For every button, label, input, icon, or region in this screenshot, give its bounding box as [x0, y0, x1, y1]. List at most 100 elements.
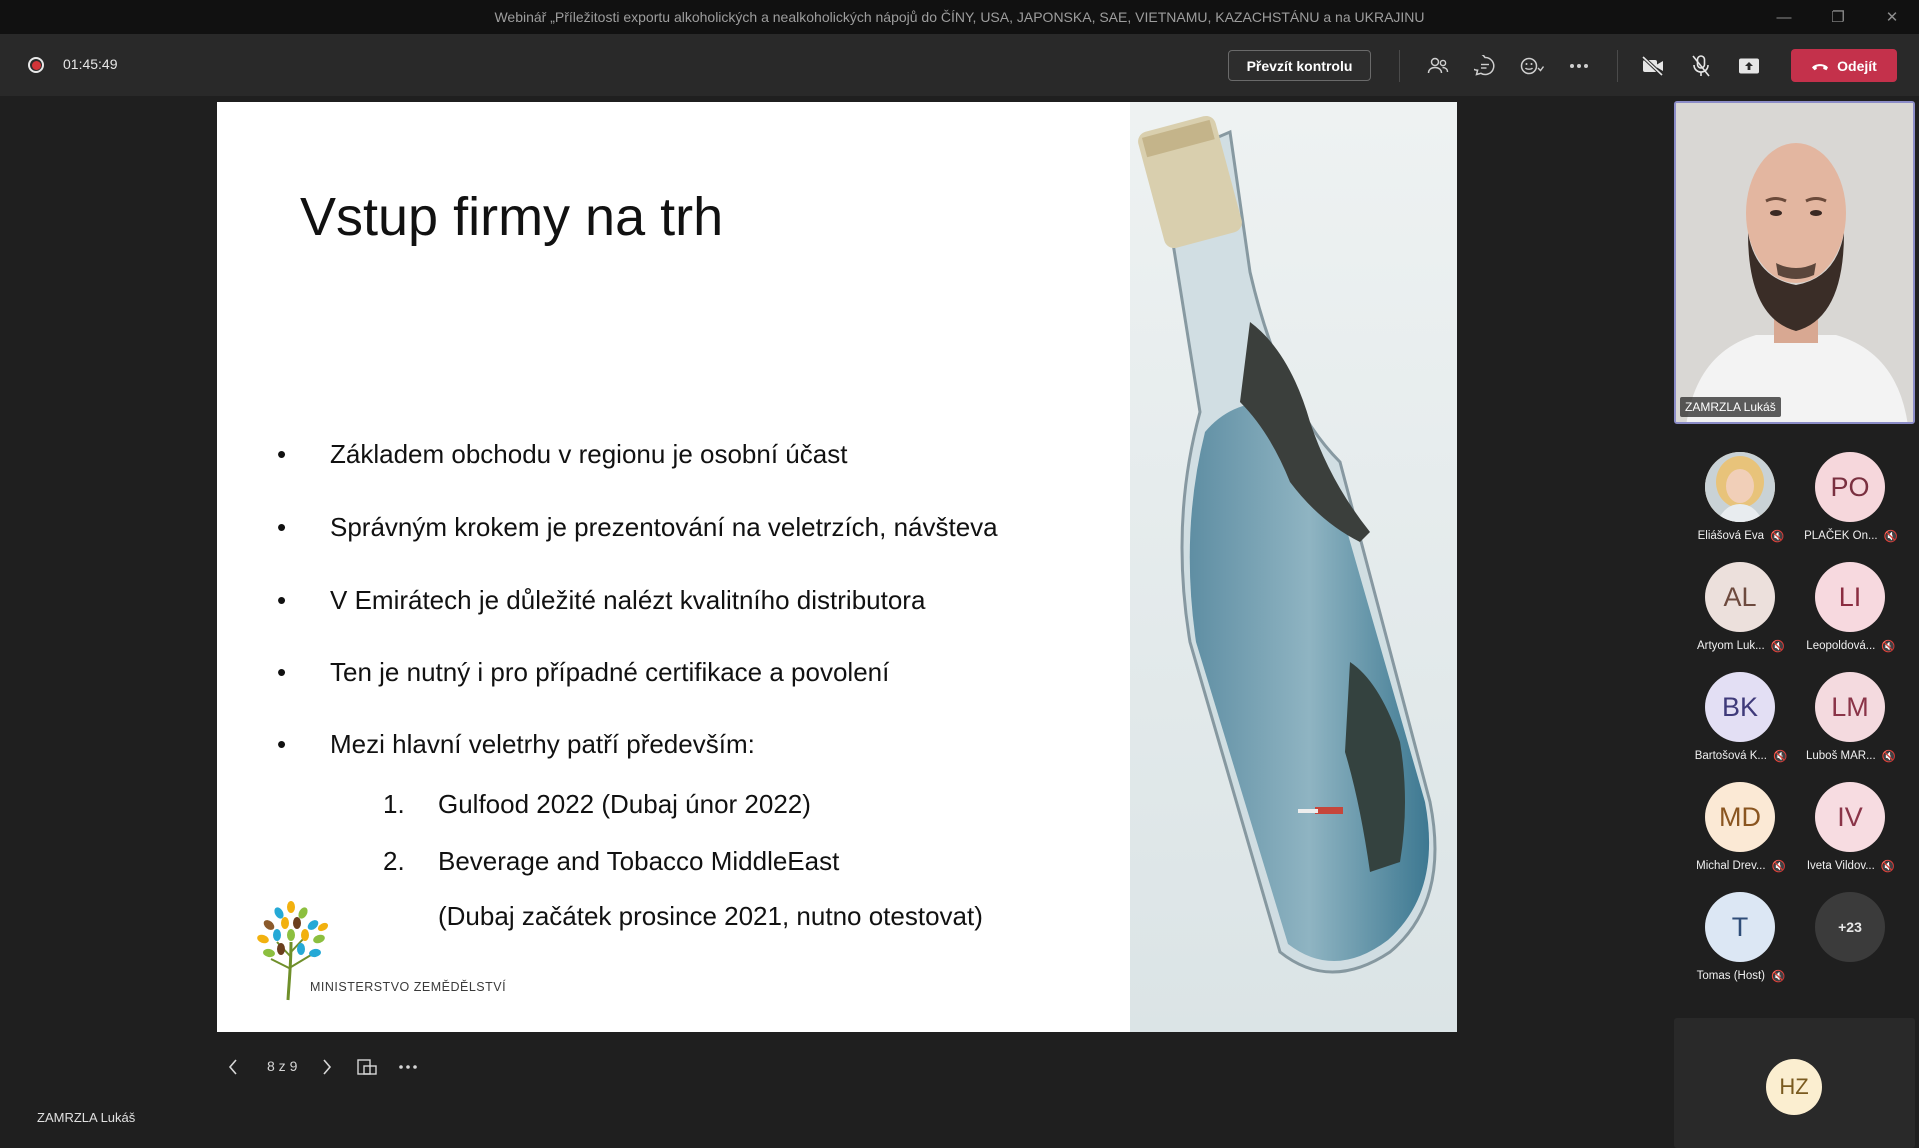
- maximize-icon[interactable]: ❐: [1811, 0, 1865, 34]
- chevron-left-icon: [228, 1059, 237, 1075]
- toolbar-divider: [1399, 50, 1400, 82]
- mic-off-icon: 🔇: [1772, 751, 1788, 763]
- slide-grid-icon: [357, 1059, 377, 1075]
- numbered-index: 2.: [383, 846, 405, 876]
- previous-slide-button[interactable]: [228, 1050, 238, 1084]
- more-participants-tile[interactable]: +23: [1796, 892, 1906, 992]
- participant-tile[interactable]: AL Artyom Luk... 🔇: [1686, 562, 1796, 662]
- leave-label: Odejít: [1837, 57, 1877, 74]
- bullet-dot: •: [277, 585, 287, 615]
- mic-off-icon: 🔇: [1771, 861, 1786, 873]
- avatar: MD: [1705, 782, 1775, 852]
- avatar: AL: [1705, 562, 1775, 632]
- participant-tile[interactable]: IV Iveta Vildov... 🔇: [1796, 782, 1906, 882]
- avatar: PO: [1815, 452, 1885, 522]
- recording-icon: [28, 57, 44, 73]
- share-screen-icon[interactable]: [1733, 50, 1765, 82]
- camera-off-icon[interactable]: [1637, 50, 1669, 82]
- take-control-button[interactable]: Převzít kontrolu: [1228, 50, 1371, 81]
- bullet-text: Mezi hlavní veletrhy patří především:: [330, 729, 755, 759]
- mic-off-icon: 🔇: [1880, 861, 1896, 873]
- close-icon[interactable]: ✕: [1865, 0, 1919, 34]
- speaker-video: [1676, 103, 1913, 422]
- grid-view-button[interactable]: [357, 1050, 377, 1084]
- bullet-dot: •: [277, 439, 287, 469]
- minimize-icon[interactable]: —: [1757, 0, 1811, 34]
- participant-name: Artyom Luk...: [1696, 640, 1765, 652]
- participant-name: Luboš MAR...: [1806, 750, 1876, 762]
- phone-icon: [1812, 63, 1829, 70]
- bullet-text: Správným krokem je prezentování na velet…: [330, 512, 998, 542]
- reactions-icon[interactable]: [1516, 50, 1548, 82]
- window-controls: — ❐ ✕: [1757, 0, 1919, 34]
- self-view-tile[interactable]: HZ: [1674, 1018, 1915, 1148]
- participant-tile[interactable]: BK Bartošová K... 🔇: [1686, 672, 1796, 772]
- logo-text: MINISTERSTVO ZEMĚDĚLSTVÍ: [310, 980, 507, 994]
- bullet-text: V Emirátech je důležité nalézt kvalitníh…: [330, 585, 926, 615]
- participant-tile[interactable]: LI Leopoldová... 🔇: [1796, 562, 1906, 662]
- numbered-index: 1.: [383, 789, 405, 819]
- mic-off-icon: 🔇: [1771, 971, 1786, 983]
- participant-name: Iveta Vildov...: [1806, 860, 1875, 872]
- participant-name-row: Luboš MAR... 🔇: [1796, 749, 1906, 763]
- avatar: T: [1705, 892, 1775, 962]
- bullet-dot: •: [277, 512, 287, 542]
- participant-name-row: Iveta Vildov... 🔇: [1796, 859, 1906, 873]
- bullet-text: Ten je nutný i pro případné certifikace …: [330, 657, 890, 687]
- participant-name: Bartošová K...: [1694, 750, 1767, 762]
- speaker-video-tile[interactable]: ZAMRZLA Lukáš: [1674, 101, 1915, 424]
- overflow-count: +23: [1815, 892, 1885, 962]
- people-icon[interactable]: [1422, 50, 1454, 82]
- participant-tile[interactable]: Eliášová Eva 🔇: [1686, 452, 1796, 552]
- mic-off-icon: 🔇: [1770, 641, 1786, 653]
- bottle-illustration: [1130, 102, 1457, 1032]
- avatar: [1705, 452, 1775, 522]
- presenter-name: ZAMRZLA Lukáš: [37, 1110, 136, 1125]
- mic-off-icon: 🔇: [1883, 531, 1898, 543]
- slide-more-button[interactable]: [398, 1050, 418, 1084]
- numbered-text: Gulfood 2022 (Dubaj únor 2022): [438, 789, 811, 819]
- participant-name-row: Michal Drev... 🔇: [1686, 859, 1796, 873]
- more-options-icon[interactable]: [1563, 50, 1595, 82]
- participant-tile[interactable]: MD Michal Drev... 🔇: [1686, 782, 1796, 882]
- participant-photo: [1705, 452, 1775, 522]
- bullet-dot: •: [277, 657, 287, 687]
- next-slide-button[interactable]: [322, 1050, 332, 1084]
- avatar: LI: [1815, 562, 1885, 632]
- participant-name-row: PLAČEK On... 🔇: [1796, 529, 1906, 543]
- leave-button[interactable]: Odejít: [1791, 49, 1897, 82]
- avatar: IV: [1815, 782, 1885, 852]
- numbered-text: Beverage and Tobacco MiddleEast: [438, 846, 840, 876]
- mic-off-icon: 🔇: [1881, 641, 1896, 653]
- mic-off-icon[interactable]: [1685, 50, 1717, 82]
- participant-name: Michal Drev...: [1696, 860, 1766, 872]
- participant-name-row: Tomas (Host) 🔇: [1686, 969, 1796, 983]
- self-avatar: HZ: [1766, 1059, 1822, 1115]
- bullet-text: Základem obchodu v regionu je osobní úča…: [330, 439, 848, 469]
- participant-name-row: Leopoldová... 🔇: [1796, 639, 1906, 653]
- slide-title: Vstup firmy na trh: [300, 187, 724, 247]
- toolbar-divider: [1617, 50, 1618, 82]
- window-title: Webinář „Příležitosti exportu alkoholick…: [494, 9, 1425, 25]
- slide-counter: 8 z 9: [267, 1058, 298, 1074]
- meeting-timer: 01:45:49: [63, 56, 118, 72]
- participant-tile[interactable]: LM Luboš MAR... 🔇: [1796, 672, 1906, 772]
- participant-tile[interactable]: T Tomas (Host) 🔇: [1686, 892, 1796, 992]
- bullet-dot: •: [277, 729, 287, 759]
- mic-off-icon: 🔇: [1770, 531, 1785, 543]
- chat-icon[interactable]: [1469, 50, 1501, 82]
- more-icon: [399, 1065, 417, 1069]
- speaker-name-label: ZAMRZLA Lukáš: [1680, 397, 1781, 417]
- presentation-slide: Vstup firmy na trh • Základem obchodu v …: [217, 102, 1457, 1032]
- mic-off-icon: 🔇: [1881, 751, 1896, 763]
- window-titlebar: Webinář „Příležitosti exportu alkoholick…: [0, 0, 1919, 34]
- avatar: BK: [1705, 672, 1775, 742]
- participant-tile[interactable]: PO PLAČEK On... 🔇: [1796, 452, 1906, 552]
- participant-name: Eliášová Eva: [1697, 530, 1765, 542]
- avatar: LM: [1815, 672, 1885, 742]
- meeting-toolbar: 01:45:49 Převzít kontrolu Odejít: [0, 34, 1919, 96]
- participant-name-row: Eliášová Eva 🔇: [1686, 529, 1796, 543]
- participant-name-row: Artyom Luk... 🔇: [1686, 639, 1796, 653]
- chevron-right-icon: [323, 1059, 332, 1075]
- participant-name: PLAČEK On...: [1804, 530, 1878, 542]
